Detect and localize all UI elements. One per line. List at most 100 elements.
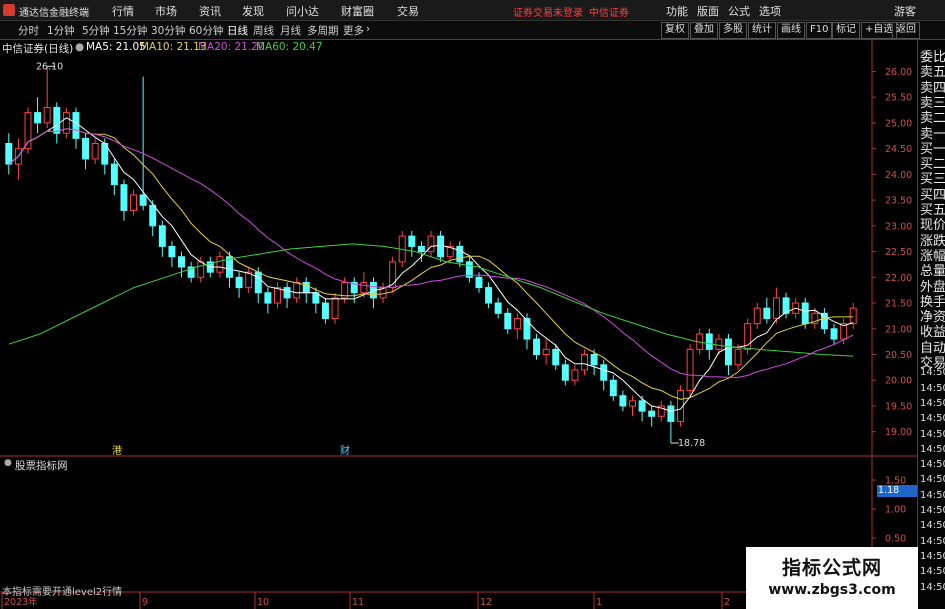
candle-body: [619, 395, 627, 407]
candle-body: [293, 281, 301, 299]
side-item[interactable]: 14:50: [920, 536, 945, 547]
side-item[interactable]: 14:50: [920, 582, 945, 593]
menu-fortune[interactable]: 财富圈: [341, 3, 374, 19]
f10-button[interactable]: F10: [806, 22, 833, 39]
candle-body: [494, 302, 502, 314]
candle-body: [485, 287, 493, 304]
side-item[interactable]: 14:50: [920, 367, 945, 378]
menu-ask[interactable]: 问小达: [286, 3, 319, 19]
candle-body: [149, 204, 157, 227]
candle-body: [849, 307, 857, 325]
price-tick-label: 24.00: [885, 170, 912, 181]
period-15min[interactable]: 15分钟: [113, 23, 147, 38]
candle-body: [360, 281, 368, 294]
candle-body: [581, 354, 589, 371]
price-tick-label: 19.50: [885, 401, 912, 412]
menu-options[interactable]: 选项: [759, 3, 781, 19]
financial-report-tag: 财: [340, 444, 350, 457]
candle-body: [705, 333, 713, 350]
candle-body: [178, 256, 185, 268]
overlay-button[interactable]: 叠加: [690, 22, 718, 39]
low-price-label: 18.78: [678, 438, 705, 449]
price-tick-label: 25.50: [885, 93, 912, 104]
candle-body: [72, 112, 80, 139]
side-item[interactable]: 14:50: [920, 551, 945, 562]
price-tick-label: 20.00: [885, 376, 912, 387]
side-item[interactable]: 14:50: [920, 398, 945, 409]
side-item[interactable]: 14:50: [920, 459, 945, 470]
multi-stock-button[interactable]: 多股: [719, 22, 747, 39]
candle-body: [120, 184, 128, 211]
candle-body: [302, 281, 310, 294]
time-tick-label: 9: [142, 597, 148, 608]
candle-body: [168, 245, 176, 258]
statistics-button[interactable]: 统计: [748, 22, 776, 39]
period-weekly[interactable]: 周线: [253, 23, 274, 38]
candle-body: [456, 245, 464, 263]
candle-body: [513, 317, 521, 330]
candle-body: [638, 400, 646, 412]
candle-body: [763, 307, 771, 319]
indicator-current-value: 1.18: [877, 485, 918, 497]
guest-label[interactable]: 游客: [894, 3, 916, 19]
candle-body: [130, 194, 138, 211]
level2-notice: 本指标需要开通level2行情: [2, 587, 123, 598]
period-multi[interactable]: 多周期: [307, 23, 339, 38]
side-item[interactable]: 14:50: [920, 429, 945, 440]
login-status[interactable]: 证券交易未登录: [513, 4, 583, 19]
period-monthly[interactable]: 月线: [280, 23, 301, 38]
mark-button[interactable]: 标记: [832, 22, 860, 39]
period-1min[interactable]: 1分钟: [47, 23, 75, 38]
candle-body: [331, 297, 339, 319]
candle-body: [542, 348, 550, 356]
candle-body: [216, 256, 224, 273]
menu-bar: 通达信金融终端 行情 市场 资讯 发现 问小达 财富圈 交易 证券交易未登录 中…: [0, 0, 945, 21]
period-more[interactable]: 更多: [343, 23, 364, 38]
period-5min[interactable]: 5分钟: [82, 23, 110, 38]
kline-chart[interactable]: 26.00 25.50 25.00 24.50 24.00 23.50 23.00 22.50…: [0, 40, 917, 609]
side-item[interactable]: 14:50: [920, 383, 945, 394]
time-tick-label: 1: [596, 597, 602, 608]
candle-body: [437, 235, 445, 258]
side-item[interactable]: 14:50: [920, 444, 945, 455]
menu-market[interactable]: 市场: [155, 3, 177, 19]
price-tick-label: 23.50: [885, 196, 912, 207]
side-item[interactable]: 14:50: [920, 490, 945, 501]
candle-body: [648, 410, 656, 417]
broker-name[interactable]: 中信证券: [589, 4, 629, 19]
period-intraday[interactable]: 分时: [18, 23, 39, 38]
menu-function[interactable]: 功能: [666, 3, 688, 19]
time-tick-label: 2: [724, 597, 730, 608]
chevron-right-icon[interactable]: ›: [366, 23, 370, 35]
price-tick-label: 25.00: [885, 118, 912, 129]
side-item[interactable]: 14:50: [920, 520, 945, 531]
indicator-header: ● 股票指标网: [0, 457, 917, 472]
back-button[interactable]: 返回: [892, 22, 920, 39]
menu-discover[interactable]: 发现: [242, 3, 264, 19]
side-item[interactable]: 14:50: [920, 505, 945, 516]
adjust-button[interactable]: 复权: [661, 22, 689, 39]
candle-body: [273, 287, 281, 304]
candle-body: [91, 142, 99, 160]
side-item[interactable]: 14:50: [920, 474, 945, 485]
watermark-url: www.zbgs3.com: [768, 582, 896, 598]
draw-line-button[interactable]: 画线: [777, 22, 805, 39]
time-tick-label: 10: [257, 597, 269, 608]
menu-formula[interactable]: 公式: [728, 3, 750, 19]
quote-side-panel: 委比 卖五 卖四 卖三 卖二 卖一 买一 买二 买三 买四 买五 现价 涨跌 涨幅 总量 外盘 换手 净资 收益 自动…: [917, 40, 945, 609]
period-30min[interactable]: 30分钟: [151, 23, 185, 38]
menu-layout[interactable]: 版面: [697, 3, 719, 19]
menu-news[interactable]: 资讯: [199, 3, 221, 19]
price-tick-label: 19.00: [885, 427, 912, 438]
indicator-settings-icon[interactable]: ●: [4, 458, 12, 468]
side-item[interactable]: 14:50: [920, 566, 945, 577]
period-60min[interactable]: 60分钟: [189, 23, 223, 38]
candle-body: [24, 112, 32, 150]
period-toolbar: 分时 1分钟 5分钟 15分钟 30分钟 60分钟 日线 周线 月线 多周期 更…: [0, 21, 945, 40]
candle-body: [53, 106, 61, 134]
candle-body: [43, 106, 51, 124]
menu-quotes[interactable]: 行情: [112, 3, 134, 19]
menu-trade[interactable]: 交易: [397, 3, 419, 19]
period-daily[interactable]: 日线: [227, 23, 248, 38]
side-item[interactable]: 14:50: [920, 413, 945, 424]
